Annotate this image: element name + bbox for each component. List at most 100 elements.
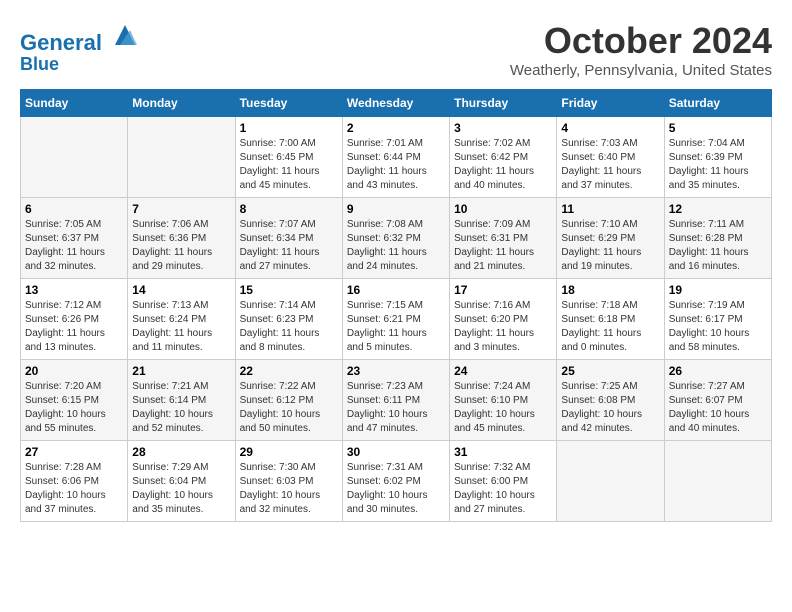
- day-info: Sunrise: 7:15 AMSunset: 6:21 PMDaylight:…: [347, 299, 445, 355]
- calendar-cell: 19 Sunrise: 7:19 AMSunset: 6:17 PMDayligh…: [664, 279, 771, 360]
- calendar-cell: 9Sunrise: 7:08 AMSunset: 6:32 PMDaylight…: [342, 198, 449, 279]
- calendar-cell: 12 Sunrise: 7:11 AMSunset: 6:28 PMDayligh…: [664, 198, 771, 279]
- logo: General Blue: [20, 20, 140, 75]
- calendar-cell: 15 Sunrise: 7:14 AMSunset: 6:23 PMDayligh…: [235, 279, 342, 360]
- location: Weatherly, Pennsylvania, United States: [510, 62, 772, 79]
- calendar-week-1: 1Sunrise: 7:00 AMSunset: 6:45 PMDaylight…: [21, 117, 772, 198]
- calendar-cell: 21 Sunrise: 7:21 AMSunset: 6:14 PMDayligh…: [128, 360, 235, 441]
- day-info: Sunrise: 7:24 AMSunset: 6:10 PMDaylight:…: [454, 380, 552, 436]
- weekday-header-saturday: Saturday: [664, 90, 771, 117]
- day-info: Sunrise: 7:28 AMSunset: 6:06 PMDaylight:…: [25, 461, 123, 517]
- day-number: 27: [25, 445, 123, 459]
- calendar-cell: 27 Sunrise: 7:28 AMSunset: 6:06 PMDayligh…: [21, 441, 128, 522]
- day-number: 23: [347, 364, 445, 378]
- day-number: 25: [561, 364, 659, 378]
- calendar-cell: 28 Sunrise: 7:29 AMSunset: 6:04 PMDayligh…: [128, 441, 235, 522]
- calendar-week-2: 6 Sunrise: 7:05 AMSunset: 6:37 PMDaylight…: [21, 198, 772, 279]
- day-number: 2: [347, 121, 445, 135]
- day-info: Sunrise: 7:06 AMSunset: 6:36 PMDaylight:…: [132, 218, 230, 274]
- day-info: Sunrise: 7:29 AMSunset: 6:04 PMDaylight:…: [132, 461, 230, 517]
- weekday-header-row: SundayMondayTuesdayWednesdayThursdayFrid…: [21, 90, 772, 117]
- day-info: Sunrise: 7:11 AMSunset: 6:28 PMDaylight:…: [669, 218, 767, 274]
- calendar-cell: 24 Sunrise: 7:24 AMSunset: 6:10 PMDayligh…: [450, 360, 557, 441]
- day-number: 20: [25, 364, 123, 378]
- day-number: 18: [561, 283, 659, 297]
- calendar-cell: 29 Sunrise: 7:30 AMSunset: 6:03 PMDayligh…: [235, 441, 342, 522]
- logo-general: General: [20, 30, 102, 55]
- day-number: 3: [454, 121, 552, 135]
- day-number: 12: [669, 202, 767, 216]
- logo-blue: Blue: [20, 55, 140, 75]
- day-info: Sunrise: 7:19 AMSunset: 6:17 PMDaylight:…: [669, 299, 767, 355]
- day-info: Sunrise: 7:05 AMSunset: 6:37 PMDaylight:…: [25, 218, 123, 274]
- day-info: Sunrise: 7:20 AMSunset: 6:15 PMDaylight:…: [25, 380, 123, 436]
- month-title: October 2024: [510, 20, 772, 62]
- day-info: Sunrise: 7:22 AMSunset: 6:12 PMDaylight:…: [240, 380, 338, 436]
- day-number: 28: [132, 445, 230, 459]
- weekday-header-monday: Monday: [128, 90, 235, 117]
- day-number: 19: [669, 283, 767, 297]
- calendar-cell: 6 Sunrise: 7:05 AMSunset: 6:37 PMDaylight…: [21, 198, 128, 279]
- weekday-header-thursday: Thursday: [450, 90, 557, 117]
- title-block: October 2024 Weatherly, Pennsylvania, Un…: [510, 20, 772, 79]
- day-info: Sunrise: 7:09 AMSunset: 6:31 PMDaylight:…: [454, 218, 552, 274]
- calendar-cell: 3 Sunrise: 7:02 AMSunset: 6:42 PMDaylight…: [450, 117, 557, 198]
- day-number: 10: [454, 202, 552, 216]
- day-number: 1: [240, 121, 338, 135]
- weekday-header-wednesday: Wednesday: [342, 90, 449, 117]
- day-info: Sunrise: 7:03 AMSunset: 6:40 PMDaylight:…: [561, 137, 659, 193]
- day-number: 29: [240, 445, 338, 459]
- calendar-table: SundayMondayTuesdayWednesdayThursdayFrid…: [20, 89, 772, 522]
- day-number: 13: [25, 283, 123, 297]
- day-number: 15: [240, 283, 338, 297]
- calendar-cell: 20 Sunrise: 7:20 AMSunset: 6:15 PMDayligh…: [21, 360, 128, 441]
- calendar-cell: 2Sunrise: 7:01 AMSunset: 6:44 PMDaylight…: [342, 117, 449, 198]
- calendar-cell: 17 Sunrise: 7:16 AMSunset: 6:20 PMDayligh…: [450, 279, 557, 360]
- calendar-cell: 1Sunrise: 7:00 AMSunset: 6:45 PMDaylight…: [235, 117, 342, 198]
- day-info: Sunrise: 7:12 AMSunset: 6:26 PMDaylight:…: [25, 299, 123, 355]
- weekday-header-tuesday: Tuesday: [235, 90, 342, 117]
- calendar-cell: [128, 117, 235, 198]
- day-number: 6: [25, 202, 123, 216]
- day-info: Sunrise: 7:16 AMSunset: 6:20 PMDaylight:…: [454, 299, 552, 355]
- weekday-header-sunday: Sunday: [21, 90, 128, 117]
- calendar-cell: 8Sunrise: 7:07 AMSunset: 6:34 PMDaylight…: [235, 198, 342, 279]
- day-info: Sunrise: 7:04 AMSunset: 6:39 PMDaylight:…: [669, 137, 767, 193]
- day-info: Sunrise: 7:10 AMSunset: 6:29 PMDaylight:…: [561, 218, 659, 274]
- calendar-cell: 22Sunrise: 7:22 AMSunset: 6:12 PMDayligh…: [235, 360, 342, 441]
- day-info: Sunrise: 7:25 AMSunset: 6:08 PMDaylight:…: [561, 380, 659, 436]
- day-number: 9: [347, 202, 445, 216]
- day-info: Sunrise: 7:31 AMSunset: 6:02 PMDaylight:…: [347, 461, 445, 517]
- calendar-cell: 4Sunrise: 7:03 AMSunset: 6:40 PMDaylight…: [557, 117, 664, 198]
- calendar-cell: 7 Sunrise: 7:06 AMSunset: 6:36 PMDaylight…: [128, 198, 235, 279]
- day-number: 11: [561, 202, 659, 216]
- calendar-cell: 13 Sunrise: 7:12 AMSunset: 6:26 PMDayligh…: [21, 279, 128, 360]
- day-number: 7: [132, 202, 230, 216]
- day-number: 17: [454, 283, 552, 297]
- calendar-cell: [21, 117, 128, 198]
- day-info: Sunrise: 7:30 AMSunset: 6:03 PMDaylight:…: [240, 461, 338, 517]
- day-number: 21: [132, 364, 230, 378]
- logo-text: General: [20, 20, 140, 55]
- day-number: 31: [454, 445, 552, 459]
- calendar-cell: [664, 441, 771, 522]
- day-info: Sunrise: 7:13 AMSunset: 6:24 PMDaylight:…: [132, 299, 230, 355]
- calendar-cell: 10 Sunrise: 7:09 AMSunset: 6:31 PMDayligh…: [450, 198, 557, 279]
- calendar-cell: 11 Sunrise: 7:10 AMSunset: 6:29 PMDayligh…: [557, 198, 664, 279]
- weekday-header-friday: Friday: [557, 90, 664, 117]
- calendar-week-4: 20 Sunrise: 7:20 AMSunset: 6:15 PMDayligh…: [21, 360, 772, 441]
- calendar-cell: 25 Sunrise: 7:25 AMSunset: 6:08 PMDayligh…: [557, 360, 664, 441]
- day-number: 16: [347, 283, 445, 297]
- day-info: Sunrise: 7:02 AMSunset: 6:42 PMDaylight:…: [454, 137, 552, 193]
- calendar-cell: 26Sunrise: 7:27 AMSunset: 6:07 PMDayligh…: [664, 360, 771, 441]
- day-number: 5: [669, 121, 767, 135]
- day-number: 26: [669, 364, 767, 378]
- day-number: 30: [347, 445, 445, 459]
- calendar-cell: 30 Sunrise: 7:31 AMSunset: 6:02 PMDayligh…: [342, 441, 449, 522]
- day-number: 24: [454, 364, 552, 378]
- day-info: Sunrise: 7:21 AMSunset: 6:14 PMDaylight:…: [132, 380, 230, 436]
- day-info: Sunrise: 7:07 AMSunset: 6:34 PMDaylight:…: [240, 218, 338, 274]
- day-info: Sunrise: 7:14 AMSunset: 6:23 PMDaylight:…: [240, 299, 338, 355]
- day-info: Sunrise: 7:18 AMSunset: 6:18 PMDaylight:…: [561, 299, 659, 355]
- day-info: Sunrise: 7:23 AMSunset: 6:11 PMDaylight:…: [347, 380, 445, 436]
